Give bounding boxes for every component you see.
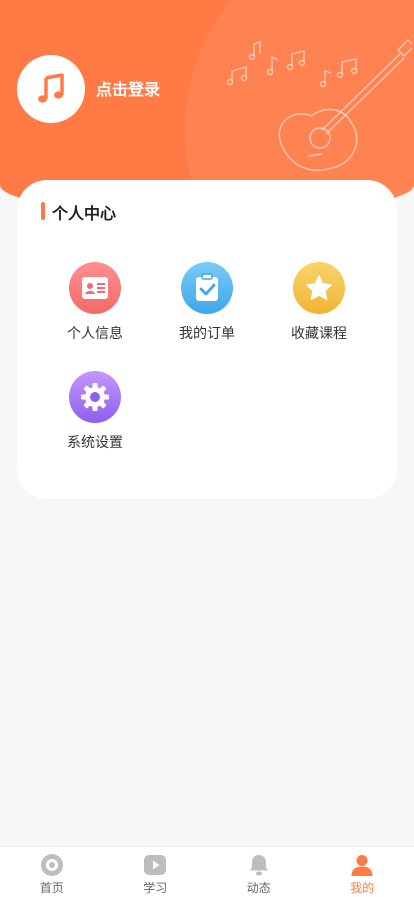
system-settings-label: 系统设置 <box>67 432 123 452</box>
star-icon <box>293 262 345 314</box>
tab-feed-label: 动态 <box>247 879 271 896</box>
music-note-icon <box>34 72 68 106</box>
play-icon <box>143 853 167 877</box>
my-orders-label: 我的订单 <box>179 323 235 343</box>
title-accent-bar <box>41 202 45 220</box>
tab-study-label: 学习 <box>143 879 167 896</box>
my-orders-item[interactable]: 我的订单 <box>151 262 263 362</box>
id-card-icon <box>69 262 121 314</box>
login-link[interactable]: 点击登录 <box>96 76 160 100</box>
tab-feed[interactable]: 动态 <box>207 847 311 897</box>
user-icon <box>350 853 374 877</box>
personal-info-label: 个人信息 <box>67 323 123 343</box>
tab-study[interactable]: 学习 <box>104 847 208 897</box>
tab-home[interactable]: 首页 <box>0 847 104 897</box>
personal-center-card: 个人中心 个人信息 我的订单 <box>17 180 397 499</box>
bell-icon <box>247 853 271 877</box>
avatar[interactable] <box>17 55 85 123</box>
personal-info-item[interactable]: 个人信息 <box>39 262 151 362</box>
guitar-illustration <box>222 36 412 186</box>
tab-mine-label: 我的 <box>350 879 374 896</box>
tab-mine[interactable]: 我的 <box>311 847 414 897</box>
favorite-courses-label: 收藏课程 <box>291 323 347 343</box>
bottom-tab-bar: 首页 学习 动态 我的 <box>0 846 414 897</box>
home-disc-icon <box>40 853 64 877</box>
favorite-courses-item[interactable]: 收藏课程 <box>263 262 375 362</box>
tab-home-label: 首页 <box>40 879 64 896</box>
system-settings-item[interactable]: 系统设置 <box>39 371 151 471</box>
clipboard-check-icon <box>181 262 233 314</box>
gear-icon <box>69 371 121 423</box>
card-title: 个人中心 <box>52 200 116 224</box>
